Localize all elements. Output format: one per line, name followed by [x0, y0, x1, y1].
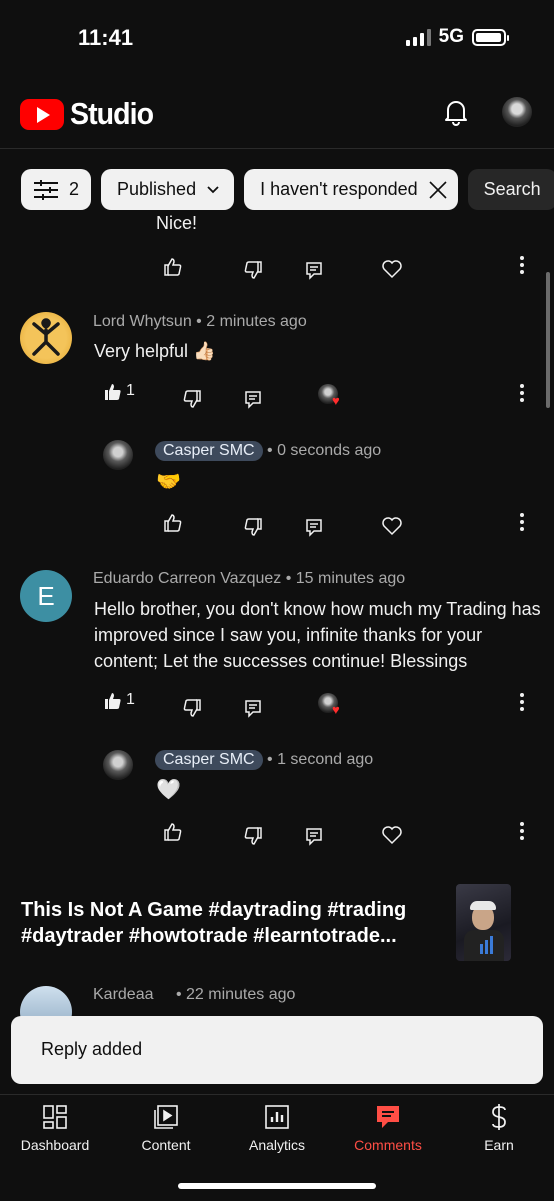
nav-earn[interactable]: Earn — [449, 1103, 549, 1153]
studio-logo[interactable]: Studio — [20, 96, 160, 132]
reply-time: 1 second ago — [277, 751, 374, 768]
snackbar: Reply added — [11, 1016, 543, 1084]
reply-time: 0 seconds ago — [277, 442, 382, 459]
more-options-icon[interactable] — [519, 256, 525, 274]
like-icon[interactable] — [161, 255, 185, 279]
comment-text: Hello brother, you don't know how much m… — [94, 599, 541, 671]
reply-icon[interactable] — [241, 387, 265, 411]
nav-comments[interactable]: Comments — [338, 1103, 438, 1153]
snackbar-message: Reply added — [41, 1039, 143, 1059]
header-divider — [0, 148, 554, 149]
comment-meta: Eduardo Carreon Vazquez • 15 minutes ago — [93, 570, 406, 587]
comment-meta: Kardeaa • 22 minutes ago — [93, 986, 296, 1003]
like-filled-icon[interactable] — [101, 689, 125, 713]
network-label: 5G — [438, 26, 464, 47]
commenter-avatar[interactable]: E — [20, 570, 72, 622]
signal-icon — [405, 28, 431, 46]
earn-icon — [485, 1103, 513, 1131]
video-title[interactable]: This Is Not A Game #daytrading #trading … — [21, 897, 441, 949]
like-icon[interactable] — [161, 511, 185, 535]
comment-meta: Lord Whytsun • 2 minutes ago — [93, 313, 307, 330]
comment-time: 15 minutes ago — [295, 570, 406, 587]
more-options-icon[interactable] — [519, 822, 525, 840]
reply-text: 🤍 — [156, 779, 181, 801]
status-time: 11:41 — [78, 25, 134, 50]
nav-label: Earn — [484, 1137, 514, 1153]
account-avatar[interactable] — [502, 97, 532, 127]
search-label: Search — [483, 179, 541, 199]
comment-author[interactable]: Lord Whytsun — [93, 313, 192, 330]
comment-author[interactable]: Kardeaa — [93, 986, 154, 1003]
creator-heart-icon[interactable]: ♥ — [318, 384, 342, 408]
nav-dashboard[interactable]: Dashboard — [5, 1103, 105, 1153]
dislike-icon[interactable] — [180, 387, 204, 411]
commenter-avatar[interactable] — [20, 312, 72, 364]
response-filter-label: I haven't responded — [260, 179, 418, 199]
close-icon[interactable] — [428, 180, 448, 200]
nav-content[interactable]: Content — [116, 1103, 216, 1153]
creator-heart-icon[interactable]: ♥ — [318, 693, 342, 717]
comment-text: Very helpful 👍🏻 — [94, 341, 216, 361]
reply-avatar[interactable] — [103, 440, 133, 470]
dashboard-icon — [41, 1103, 69, 1131]
nav-label: Comments — [354, 1137, 422, 1153]
analytics-icon — [263, 1103, 291, 1131]
notifications-bell-icon[interactable] — [443, 98, 469, 131]
dislike-icon[interactable] — [241, 258, 265, 282]
response-filter-chip[interactable]: I haven't responded — [244, 169, 458, 210]
reply-icon[interactable] — [302, 824, 326, 848]
like-count: 1 — [126, 691, 135, 708]
search-chip[interactable]: Search — [467, 169, 554, 210]
reply-icon[interactable] — [241, 696, 265, 720]
like-count: 1 — [126, 382, 135, 399]
comments-icon — [374, 1103, 402, 1131]
reply-icon[interactable] — [302, 515, 326, 539]
chevron-down-icon — [207, 185, 219, 193]
reply-avatar[interactable] — [103, 750, 133, 780]
nav-label: Dashboard — [20, 1137, 90, 1153]
dislike-icon[interactable] — [180, 696, 204, 720]
filter-count: 2 — [69, 179, 80, 199]
filter-bar: 2 Published I haven't responded Search — [21, 169, 554, 210]
reply-text: 🤝 — [156, 471, 181, 493]
dislike-icon[interactable] — [241, 824, 265, 848]
more-options-icon[interactable] — [519, 384, 525, 402]
reply-meta: Casper SMC • 1 second ago — [155, 750, 373, 770]
nav-analytics[interactable]: Analytics — [227, 1103, 327, 1153]
published-filter-chip[interactable]: Published — [101, 169, 235, 210]
like-icon[interactable] — [161, 820, 185, 844]
like-filled-icon[interactable] — [101, 380, 125, 404]
more-options-icon[interactable] — [519, 513, 525, 531]
creator-badge[interactable]: Casper SMC — [155, 750, 263, 770]
youtube-play-icon — [20, 98, 64, 130]
filter-sliders-icon — [34, 179, 58, 200]
heart-icon[interactable] — [380, 257, 404, 281]
video-thumbnail[interactable] — [456, 884, 511, 961]
app-name: Studio — [70, 96, 154, 131]
published-filter-label: Published — [117, 179, 197, 199]
clipped-comment-text: Nice! — [156, 213, 198, 229]
nav-label: Content — [141, 1137, 191, 1153]
content-icon — [152, 1103, 180, 1131]
comment-time: 2 minutes ago — [206, 313, 307, 330]
comment-time: 22 minutes ago — [186, 986, 296, 1003]
filters-button[interactable]: 2 — [21, 169, 92, 210]
creator-badge[interactable]: Casper SMC — [155, 441, 263, 461]
dislike-icon[interactable] — [241, 515, 265, 539]
comment-author[interactable]: Eduardo Carreon Vazquez — [93, 570, 281, 587]
heart-icon[interactable] — [380, 514, 404, 538]
battery-icon — [472, 28, 509, 46]
scrollbar[interactable] — [546, 272, 550, 408]
home-indicator[interactable] — [178, 1183, 376, 1189]
heart-icon[interactable] — [380, 823, 404, 847]
reply-icon[interactable] — [302, 258, 326, 282]
status-indicators: 5G — [405, 26, 509, 48]
reply-meta: Casper SMC • 0 seconds ago — [155, 441, 381, 461]
more-options-icon[interactable] — [519, 693, 525, 711]
nav-label: Analytics — [248, 1137, 306, 1153]
